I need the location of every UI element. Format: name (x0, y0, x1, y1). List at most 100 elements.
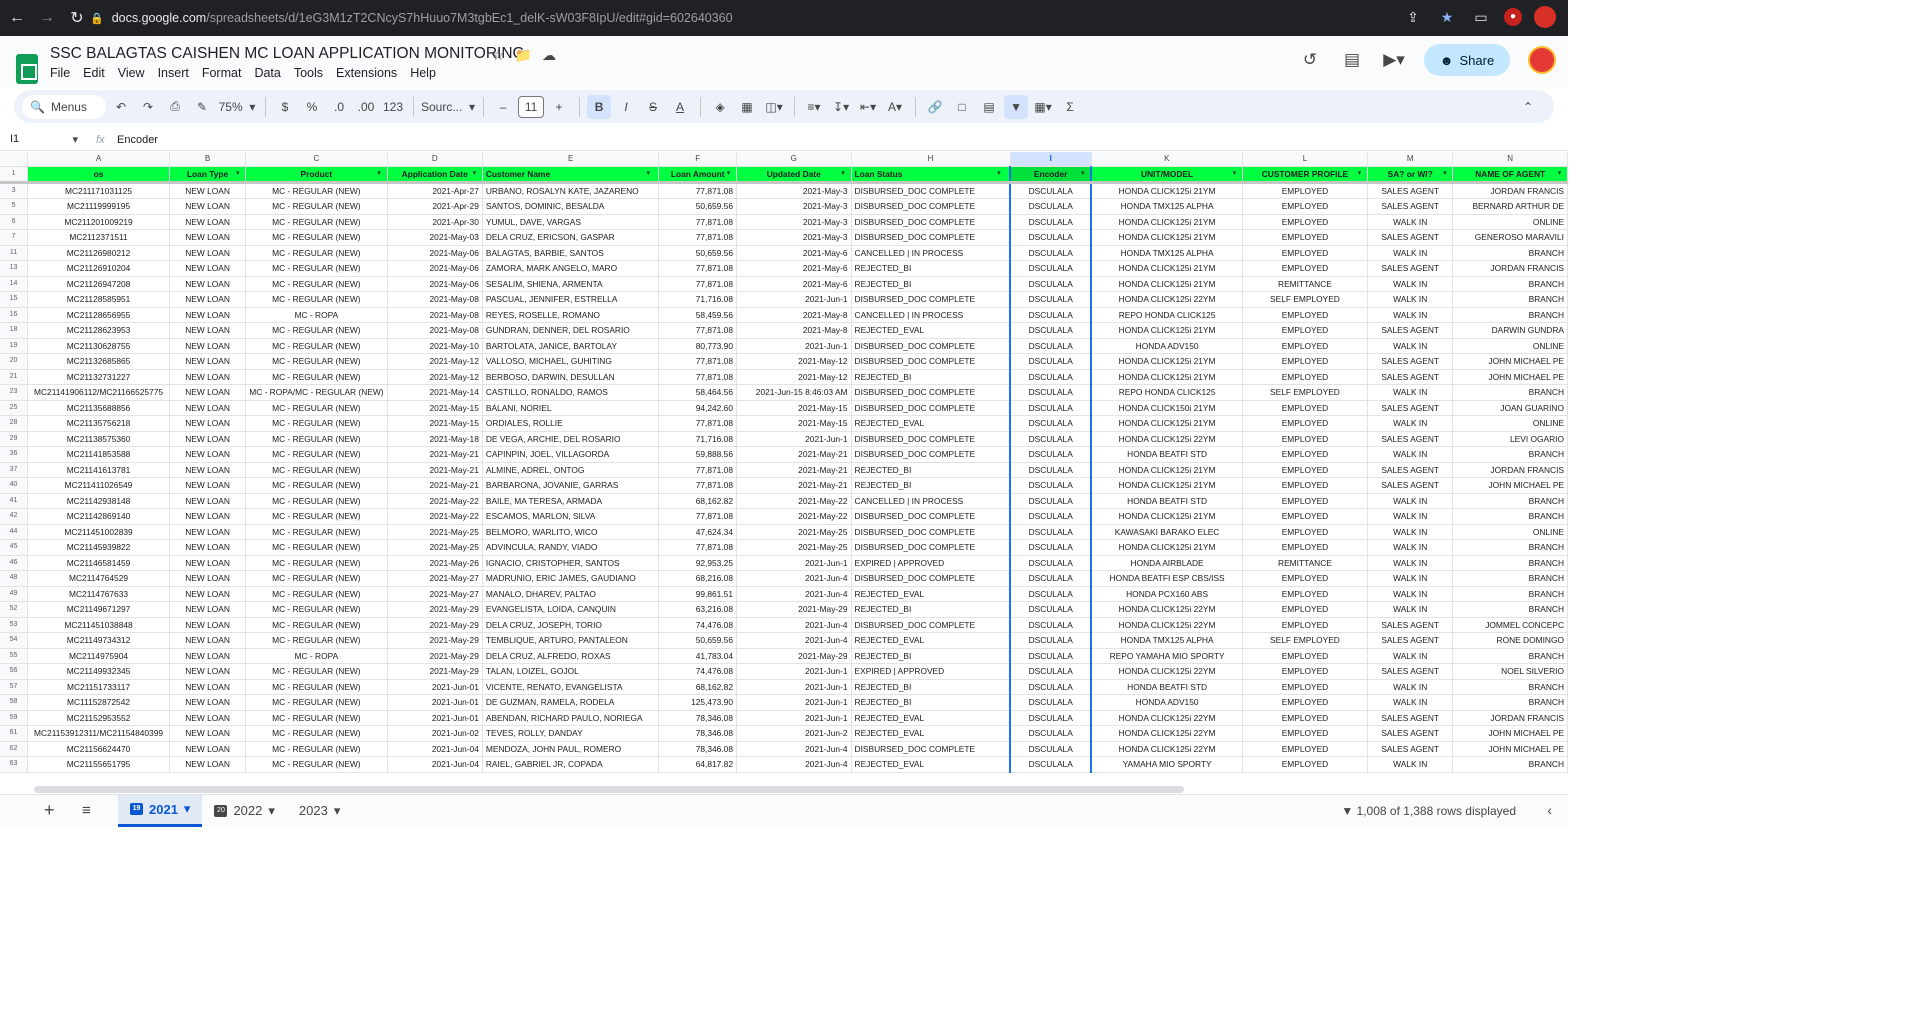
table-cell[interactable]: DSCULALA (1009, 694, 1093, 711)
row-number[interactable]: 1 (0, 166, 29, 184)
row-number[interactable]: 56 (0, 663, 29, 680)
table-cell[interactable]: NEW LOAN (169, 725, 247, 742)
table-cell[interactable]: HONDA TMX125 ALPHA (1091, 198, 1243, 215)
table-cell[interactable]: 2021-Apr-30 (387, 214, 483, 230)
table-cell[interactable]: GUNDRAN, DENNER, DEL ROSARIO (482, 322, 660, 339)
table-cell[interactable]: MC211451002839 (27, 524, 170, 540)
table-cell[interactable]: 2021-May-29 (736, 648, 852, 664)
table-cell[interactable]: 2021-May-29 (387, 663, 483, 680)
table-cell[interactable]: MC - REGULAR (NEW) (245, 694, 388, 711)
table-cell[interactable]: DSCULALA (1009, 648, 1093, 664)
table-cell[interactable]: SALES AGENT (1367, 477, 1454, 494)
table-cell[interactable]: DISBURSED_DOC COMPLETE (851, 400, 1011, 416)
table-cell[interactable]: MC211171031125 (27, 182, 170, 199)
filter-dropdown-icon[interactable]: ▾ (997, 170, 1006, 178)
table-cell[interactable]: BRANCH (1452, 508, 1568, 525)
table-cell[interactable]: HONDA CLICK125i 21YM (1091, 322, 1243, 339)
table-cell[interactable]: 2021-Jun-1 (736, 431, 852, 447)
table-cell[interactable]: 2021-May-6 (736, 276, 852, 292)
table-cell[interactable]: DSCULALA (1009, 338, 1093, 354)
table-cell[interactable]: DISBURSED_DOC COMPLETE (851, 384, 1011, 401)
table-cell[interactable]: DSCULALA (1009, 741, 1093, 757)
table-cell[interactable]: 77,871.08 (658, 508, 737, 525)
table-cell[interactable]: DSCULALA (1009, 415, 1093, 432)
sidebar-toggle-icon[interactable]: ▭ (1470, 9, 1492, 26)
table-cell[interactable]: NEW LOAN (169, 555, 247, 571)
table-cell[interactable]: DE GUZMAN, RAMELA, RODELA (482, 694, 660, 711)
table-cell[interactable]: MC - REGULAR (NEW) (245, 632, 388, 649)
row-number[interactable]: 52 (0, 601, 29, 618)
table-cell[interactable]: EMPLOYED (1242, 648, 1369, 664)
table-cell[interactable]: JORDAN FRANCIS (1452, 260, 1568, 277)
table-cell[interactable]: EMPLOYED (1242, 307, 1369, 323)
table-cell[interactable]: 2021-May-21 (736, 446, 852, 463)
table-cell[interactable]: 2021-May-15 (736, 415, 852, 432)
table-cell[interactable]: HONDA CLICK125i 22YM (1091, 601, 1243, 618)
table-cell[interactable]: 2021-May-29 (387, 617, 483, 633)
table-cell[interactable]: WALK IN (1367, 307, 1454, 323)
row-number[interactable]: 6 (0, 214, 29, 230)
table-cell[interactable]: REJECTED_BI (851, 276, 1011, 292)
table-cell[interactable]: HONDA CLICK125i 22YM (1091, 663, 1243, 680)
table-cell[interactable]: NEW LOAN (169, 276, 247, 292)
table-cell[interactable]: MC21141853588 (27, 446, 170, 463)
row-number[interactable]: 29 (0, 431, 29, 447)
table-cell[interactable]: EMPLOYED (1242, 756, 1369, 773)
column-header[interactable]: UNIT/MODEL ▾ (1091, 166, 1243, 184)
column-letter[interactable]: B (169, 152, 247, 167)
table-cell[interactable]: HONDA CLICK125i 21YM (1091, 539, 1243, 556)
row-number[interactable]: 46 (0, 555, 29, 571)
filter-dropdown-icon[interactable]: ▾ (839, 170, 848, 178)
table-cell[interactable]: ONLINE (1452, 338, 1568, 354)
table-cell[interactable]: 2021-May-06 (387, 260, 483, 277)
table-cell[interactable]: NEW LOAN (169, 756, 247, 773)
table-cell[interactable]: WALK IN (1367, 338, 1454, 354)
table-cell[interactable]: 2021-May-8 (736, 322, 852, 339)
table-cell[interactable]: 2021-May-08 (387, 322, 483, 339)
table-cell[interactable]: MC21156624470 (27, 741, 170, 757)
table-cell[interactable]: MC21141906112/MC21166525775 (27, 384, 170, 401)
table-cell[interactable]: 59,888.56 (658, 446, 737, 463)
star-icon[interactable]: ☆ (492, 47, 505, 64)
table-cell[interactable]: REPO YAMAHA MIO SPORTY (1091, 648, 1243, 664)
table-cell[interactable]: 2021-Jun-1 (736, 694, 852, 711)
table-cell[interactable]: HONDA CLICK125i 21YM (1091, 462, 1243, 478)
table-cell[interactable]: SALES AGENT (1367, 400, 1454, 416)
filter-dropdown-icon[interactable]: ▾ (1440, 170, 1449, 178)
table-cell[interactable]: 2021-Jun-4 (736, 756, 852, 773)
column-letter[interactable]: M (1367, 152, 1454, 167)
table-cell[interactable]: TEMBLIQUE, ARTURO, PANTALEON (482, 632, 660, 649)
table-cell[interactable]: MC2114975904 (27, 648, 170, 664)
table-cell[interactable]: 77,871.08 (658, 322, 737, 339)
table-cell[interactable]: MANALO, DHAREV, PALTAO (482, 586, 660, 602)
table-cell[interactable]: DSCULALA (1009, 756, 1093, 773)
table-cell[interactable]: EMPLOYED (1242, 260, 1369, 277)
table-cell[interactable]: HONDA TMX125 ALPHA (1091, 245, 1243, 261)
table-cell[interactable]: 78,346.08 (658, 725, 737, 742)
table-cell[interactable]: SELF EMPLOYED (1242, 384, 1369, 401)
table-cell[interactable]: 2021-May-06 (387, 276, 483, 292)
row-number[interactable]: 62 (0, 741, 29, 757)
table-cell[interactable]: DISBURSED_DOC COMPLETE (851, 214, 1011, 230)
table-cell[interactable]: 47,624.34 (658, 524, 737, 540)
table-cell[interactable]: MC21132685865 (27, 353, 170, 370)
table-cell[interactable]: YAMAHA MIO SPORTY (1091, 756, 1243, 773)
table-cell[interactable]: BRANCH (1452, 493, 1568, 509)
menu-help[interactable]: Help (410, 66, 436, 80)
table-cell[interactable]: 2021-Jun-2 (736, 725, 852, 742)
table-cell[interactable]: 2021-Jun-1 (736, 338, 852, 354)
table-cell[interactable]: 74,476.08 (658, 663, 737, 680)
table-cell[interactable]: EMPLOYED (1242, 353, 1369, 370)
table-cell[interactable]: BERNARD ARTHUR DE (1452, 198, 1568, 215)
table-cell[interactable]: MC - REGULAR (NEW) (245, 477, 388, 494)
table-cell[interactable]: DISBURSED_DOC COMPLETE (851, 508, 1011, 525)
table-cell[interactable]: 2021-May-29 (736, 601, 852, 618)
filter-views-icon[interactable]: ▦▾ (1031, 95, 1055, 119)
table-cell[interactable]: EMPLOYED (1242, 322, 1369, 339)
font-family-select[interactable]: Sourc... ▾ (421, 95, 475, 119)
table-cell[interactable]: REJECTED_BI (851, 477, 1011, 494)
table-cell[interactable]: SALES AGENT (1367, 369, 1454, 385)
table-cell[interactable]: REJECTED_BI (851, 369, 1011, 385)
select-all-corner[interactable] (0, 152, 29, 167)
table-cell[interactable]: 64,817.82 (658, 756, 737, 773)
